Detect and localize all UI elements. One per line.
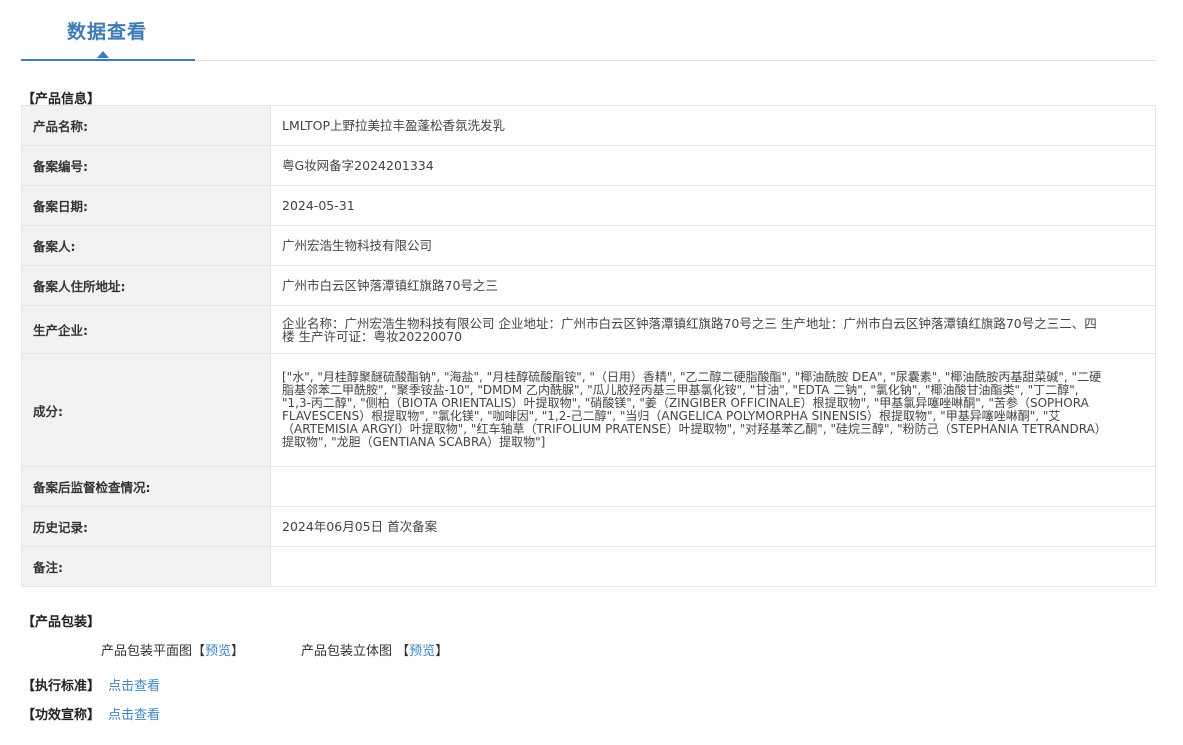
tab-data-view[interactable]: 数据查看 (21, 0, 195, 61)
row-label-product-name: 产品名称: (21, 105, 271, 146)
packaging-flat-preview-link[interactable]: 预览 (205, 644, 231, 659)
efficacy-view-link[interactable]: 点击查看 (108, 708, 160, 723)
row-value-remarks (270, 546, 1156, 587)
table-row: 备案人: 广州宏浩生物科技有限公司 (21, 225, 1156, 266)
table-row: 备注: (21, 546, 1156, 587)
row-value-record-date: 2024-05-31 (270, 185, 1156, 226)
row-value-product-name: LMLTOP上野拉美拉丰盈蓬松香氛洗发乳 (270, 105, 1156, 146)
table-row: 备案编号: 粤G妆网备字2024201334 (21, 145, 1156, 186)
row-label-supervision: 备案后监督检查情况: (21, 466, 271, 507)
bracket-close: 】 (435, 644, 449, 659)
row-label-ingredients: 成分: (21, 353, 271, 467)
row-value-registrant-address: 广州市白云区钟落潭镇红旗路70号之三 (270, 265, 1156, 306)
standard-label: 【执行标准】 (22, 679, 101, 694)
packaging-flat-item: 产品包装平面图【预览】 (101, 640, 244, 659)
standard-view-link[interactable]: 点击查看 (108, 679, 160, 694)
product-info-table: 产品名称: LMLTOP上野拉美拉丰盈蓬松香氛洗发乳 备案编号: 粤G妆网备字2… (21, 105, 1156, 587)
standard-row: 【执行标准】 点击查看 (22, 675, 160, 694)
row-label-remarks: 备注: (21, 546, 271, 587)
table-row: 成分: ["水", "月桂醇聚醚硫酸酯钠", "海盐", "月桂醇硫酸酯铵", … (21, 353, 1156, 467)
packaging-section-title: 【产品包装】 (22, 615, 101, 630)
active-tab-caret-icon (97, 51, 109, 58)
packaging-flat-label: 产品包装平面图 (101, 644, 193, 659)
table-row: 备案日期: 2024-05-31 (21, 185, 1156, 226)
packaging-solid-label: 产品包装立体图 (301, 644, 393, 659)
table-row: 生产企业: 企业名称：广州宏浩生物科技有限公司 企业地址：广州市白云区钟落潭镇红… (21, 305, 1156, 354)
table-row: 备案后监督检查情况: (21, 466, 1156, 507)
row-label-record-date: 备案日期: (21, 185, 271, 226)
row-label-record-number: 备案编号: (21, 145, 271, 186)
efficacy-label: 【功效宣称】 (22, 708, 101, 723)
row-label-registrant: 备案人: (21, 225, 271, 266)
efficacy-row: 【功效宣称】 点击查看 (22, 704, 160, 723)
page-title: 数据查看 (67, 21, 148, 43)
bracket-open: 【 (192, 644, 206, 659)
row-label-registrant-address: 备案人住所地址: (21, 265, 271, 306)
row-value-manufacturer: 企业名称：广州宏浩生物科技有限公司 企业地址：广州市白云区钟落潭镇红旗路70号之… (270, 305, 1156, 354)
packaging-solid-item: 产品包装立体图 【预览】 (301, 640, 448, 659)
row-value-history: 2024年06月05日 首次备案 (270, 506, 1156, 547)
packaging-solid-preview-link[interactable]: 预览 (409, 644, 435, 659)
table-row: 历史记录: 2024年06月05日 首次备案 (21, 506, 1156, 547)
bracket-close: 】 (231, 644, 245, 659)
row-value-record-number: 粤G妆网备字2024201334 (270, 145, 1156, 186)
row-value-ingredients: ["水", "月桂醇聚醚硫酸酯钠", "海盐", "月桂醇硫酸酯铵", "（日用… (270, 353, 1156, 467)
table-row: 备案人住所地址: 广州市白云区钟落潭镇红旗路70号之三 (21, 265, 1156, 306)
tab-bar: 数据查看 (21, 0, 1156, 61)
bracket-open: 【 (396, 644, 410, 659)
row-label-manufacturer: 生产企业: (21, 305, 271, 354)
table-row: 产品名称: LMLTOP上野拉美拉丰盈蓬松香氛洗发乳 (21, 105, 1156, 146)
row-value-supervision (270, 466, 1156, 507)
row-label-history: 历史记录: (21, 506, 271, 547)
row-value-registrant: 广州宏浩生物科技有限公司 (270, 225, 1156, 266)
